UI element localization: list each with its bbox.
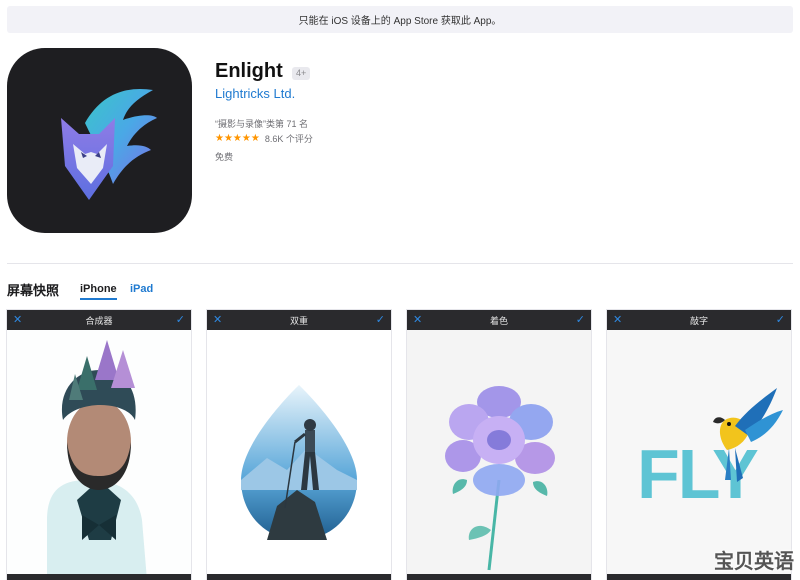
screenshot-2[interactable]: ✕ 双重 ✓ [207, 310, 391, 580]
checkmark-icon: ✓ [175, 314, 185, 326]
screenshot-bottom-bar [607, 574, 791, 580]
double-exposure-portrait-image [7, 330, 191, 580]
screenshot-title: 合成器 [85, 316, 113, 326]
hiker-mountain-drop-image [207, 330, 391, 580]
screenshot-title: 双重 [289, 316, 308, 326]
ios-only-banner: 只能在 iOS 设备上的 App Store 获取此 App。 [7, 6, 793, 33]
screenshots-heading: 屏幕快照 [7, 283, 60, 298]
screenshot-toolbar: ✕ 敲字 ✓ [607, 310, 791, 330]
fox-leaf-logo-icon [61, 88, 157, 200]
category-rank: “摄影与录像”类第 71 名 [215, 119, 309, 129]
fly-parrot-text-image: FLY [607, 330, 791, 580]
screenshot-toolbar: ✕ 着色 ✓ [407, 310, 591, 330]
banner-text: 只能在 iOS 设备上的 App Store 获取此 App。 [298, 16, 502, 27]
screenshot-3[interactable]: ✕ 着色 ✓ [407, 310, 591, 580]
rating-count: 8.6K 个评分 [264, 134, 313, 144]
watermark: 宝贝英语 [714, 549, 794, 573]
tab-ipad[interactable]: iPad [130, 283, 153, 295]
developer-link[interactable]: Lightricks Ltd. [215, 86, 295, 101]
rating-stars-icon: ★★★★★ [215, 133, 260, 144]
section-divider [7, 263, 793, 264]
checkmark-icon: ✓ [375, 314, 385, 326]
app-icon [7, 48, 192, 233]
checkmark-icon: ✓ [575, 314, 585, 326]
watercolor-flower-image [407, 330, 591, 580]
checkmark-icon: ✓ [775, 314, 785, 326]
screenshot-bottom-bar [407, 574, 591, 580]
screenshot-1[interactable]: ✕ 合成器 ✓ [7, 310, 191, 580]
screenshot-bottom-bar [207, 574, 391, 580]
screenshot-toolbar: ✕ 双重 ✓ [207, 310, 391, 330]
screenshot-title: 敲字 [689, 316, 708, 326]
app-title: Enlight [215, 60, 283, 82]
rating-row: ★★★★★ 8.6K 个评分 [215, 132, 313, 145]
tab-iphone[interactable]: iPhone [80, 283, 117, 300]
screenshot-4[interactable]: ✕ 敲字 ✓ FLY [607, 310, 791, 580]
screenshot-toolbar: ✕ 合成器 ✓ [7, 310, 191, 330]
screenshot-bottom-bar [7, 574, 191, 580]
price-label: 免费 [215, 152, 234, 162]
screenshot-title: 着色 [489, 316, 508, 326]
age-rating-badge: 4+ [292, 67, 311, 80]
